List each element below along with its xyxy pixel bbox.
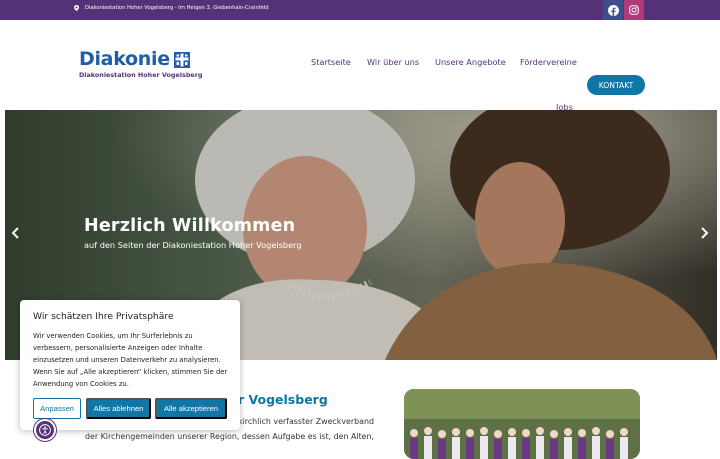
top-bar: Diakoniestation Hoher Vogelsberg - Im He…: [0, 0, 720, 20]
cookie-customize-button[interactable]: Anpassen: [33, 398, 81, 419]
slider-next-button[interactable]: [700, 227, 709, 239]
facebook-icon: [607, 4, 619, 16]
chevron-left-icon: [11, 227, 19, 239]
team-photo: [404, 389, 640, 459]
accessibility-button[interactable]: [34, 419, 56, 441]
cookie-title: Wir schätzen Ihre Privatsphäre: [33, 311, 174, 322]
address-line: Diakoniestation Hoher Vogelsberg - Im He…: [74, 5, 269, 11]
hero-title: Herzlich Willkommen: [84, 216, 296, 236]
instagram-link[interactable]: [624, 0, 644, 20]
nav-foerdervereine[interactable]: Fördervereine: [520, 57, 577, 67]
map-pin-icon: [74, 5, 79, 11]
nav-startseite[interactable]: Startseite: [311, 57, 351, 67]
intro-title: r Vogelsberg: [238, 392, 328, 407]
chevron-right-icon: [701, 227, 709, 239]
accessibility-icon: [39, 424, 51, 436]
team-photo-image: [404, 389, 640, 459]
instagram-icon: [629, 5, 639, 15]
cookie-consent-dialog: Wir schätzen Ihre Privatsphäre Wir verwe…: [20, 300, 240, 430]
site-header: Diakonie Diakoniestation Hoher Vogelsber…: [0, 20, 720, 112]
intro-line-2: der Kirchengemeinden unserer Region, des…: [85, 431, 375, 441]
logo-subtitle: Diakoniestation Hoher Vogelsberg: [79, 71, 203, 79]
nav-wir-ueber-uns[interactable]: Wir über uns: [367, 57, 419, 67]
address-text: Diakoniestation Hoher Vogelsberg - Im He…: [85, 5, 269, 11]
hero-subtitle: auf den Seiten der Diakoniestation Hoher…: [84, 240, 302, 250]
cookie-accept-button[interactable]: Alle akzeptieren: [155, 398, 227, 419]
cookie-reject-button[interactable]: Alles ablehnen: [86, 398, 151, 419]
slider-prev-button[interactable]: [11, 227, 20, 239]
kontakt-button[interactable]: KONTAKT: [587, 75, 645, 95]
logo[interactable]: Diakonie Diakoniestation Hoher Vogelsber…: [79, 48, 203, 80]
facebook-link[interactable]: [603, 0, 623, 20]
cookie-text: Wir verwenden Cookies, um Ihr Surferlebn…: [33, 332, 228, 389]
nav-unsere-angebote[interactable]: Unsere Angebote: [435, 57, 506, 67]
logo-wordmark: Diakonie: [79, 48, 170, 70]
diakonie-cross-icon: [173, 51, 190, 68]
